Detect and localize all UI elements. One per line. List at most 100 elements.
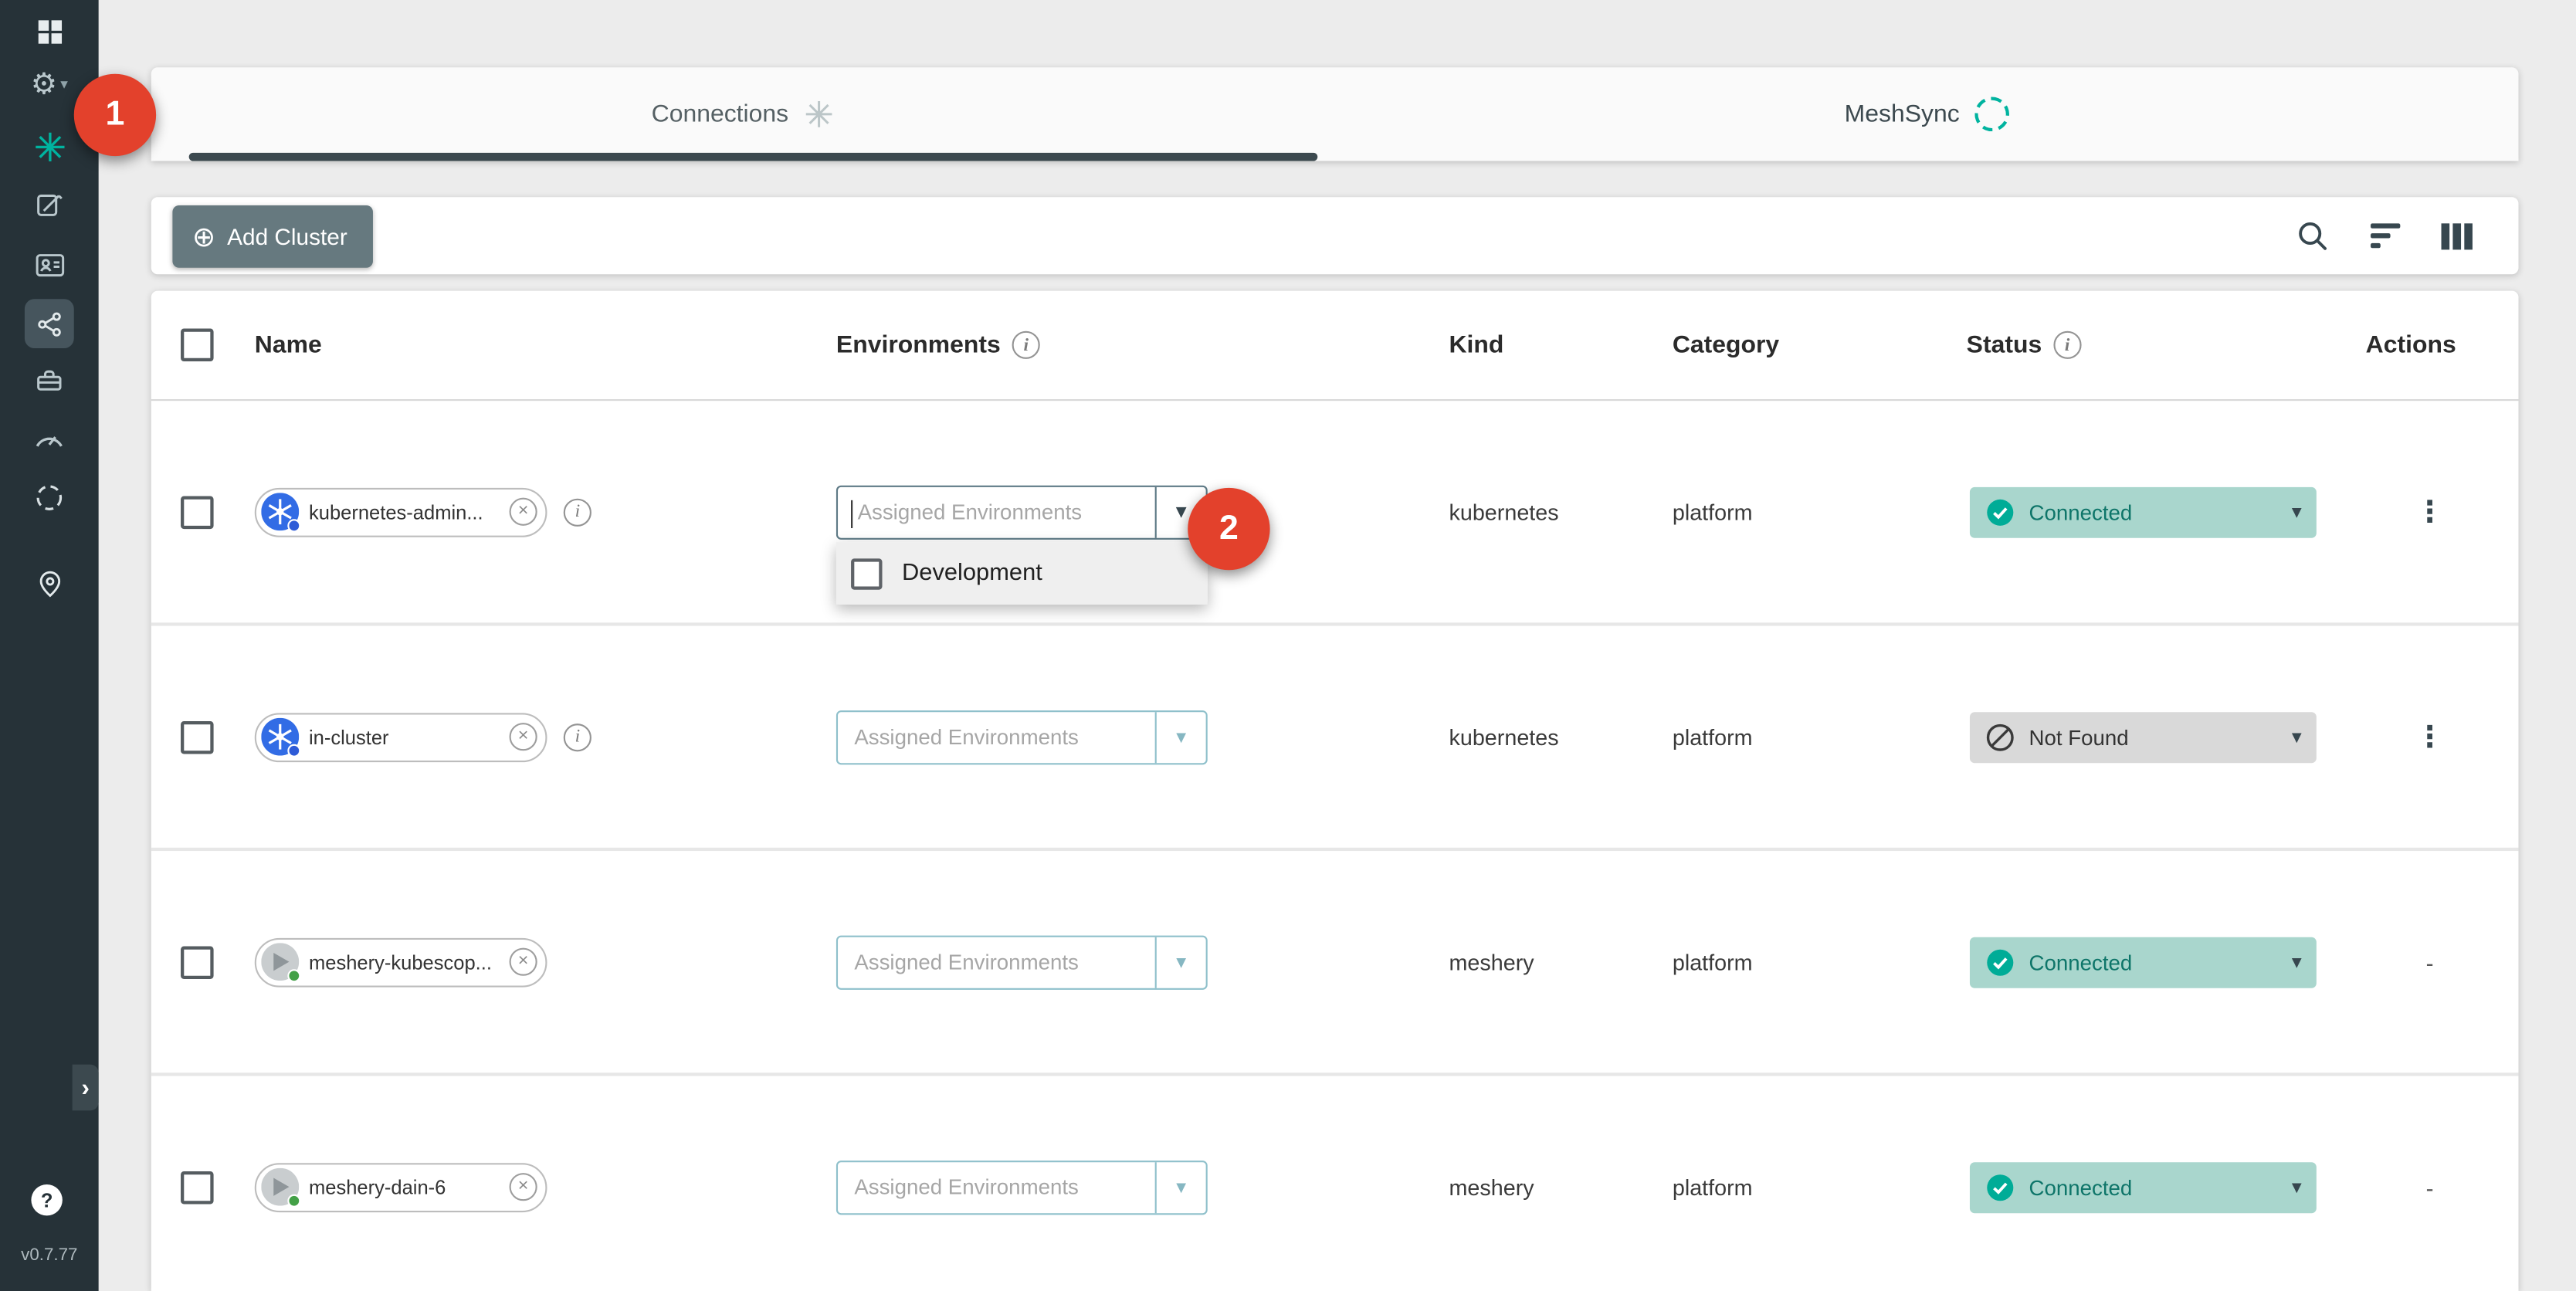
table-row: meshery-kubescop... × Assigned Environme… [151, 851, 2519, 1076]
connection-chip[interactable]: kubernetes-admin... × [255, 487, 547, 537]
connection-chip[interactable]: in-cluster × [255, 712, 547, 761]
gear-icon: ⚙ [31, 69, 57, 98]
option-label: Development [902, 560, 1042, 586]
location-pin-icon [34, 568, 65, 598]
column-header-kind[interactable]: Kind [1449, 331, 1503, 359]
view-columns-icon [2442, 222, 2473, 249]
connection-name: in-cluster [309, 725, 510, 748]
connection-status-dot [287, 1194, 300, 1208]
status-caret-icon: ▾ [2292, 725, 2302, 748]
plus-circle-icon: ⊕ [192, 222, 215, 250]
connection-info-icon[interactable]: i [564, 498, 591, 526]
column-header-name[interactable]: Name [255, 331, 322, 359]
question-icon: ? [41, 1188, 53, 1211]
sidebar-item-performance[interactable] [0, 419, 99, 459]
table-row: in-cluster × i Assigned Environments ▾ k… [151, 626, 2519, 851]
sidebar-item-configuration[interactable] [0, 185, 99, 225]
status-chip[interactable]: Not Found ▾ [1970, 711, 2317, 762]
environments-placeholder: Assigned Environments [854, 724, 1079, 749]
id-card-icon [32, 247, 66, 282]
option-checkbox[interactable] [851, 557, 882, 588]
tab-connections[interactable]: Connections [151, 67, 1335, 161]
environments-select[interactable]: Assigned Environments ▾ [836, 710, 1208, 764]
row-checkbox[interactable] [181, 1171, 214, 1204]
category-cell: platform [1673, 950, 1753, 974]
performance-gauge-icon [31, 421, 67, 457]
connection-status-dot [287, 519, 300, 532]
text-cursor [851, 500, 852, 527]
sidebar-item-identity[interactable] [0, 245, 99, 284]
environments-select[interactable]: Assigned Environments ▾ [836, 1160, 1208, 1214]
environments-info-icon[interactable]: i [1012, 331, 1040, 359]
kind-cell: kubernetes [1449, 724, 1558, 749]
connection-status-dot [287, 969, 300, 982]
mesh-snowflake-icon [32, 129, 66, 164]
sidebar-item-extensions[interactable] [0, 478, 99, 517]
environments-select[interactable]: Assigned Environments ▾ [836, 935, 1208, 989]
connections-table: Name Environments i Kind Category Status… [151, 291, 2519, 1291]
extensions-ring-icon [33, 481, 66, 514]
sidebar-collapse-toggle[interactable]: › [73, 1065, 99, 1111]
table-header: Name Environments i Kind Category Status… [151, 291, 2519, 402]
connection-info-icon[interactable]: i [564, 723, 591, 751]
meshery-app: ⚙ ▾ [0, 0, 2576, 1291]
version-label: v0.7.77 [0, 1245, 99, 1266]
help-button[interactable]: ? [31, 1184, 62, 1215]
active-tab-indicator [189, 153, 1318, 161]
connection-chip[interactable]: meshery-kubescop... × [255, 937, 547, 987]
kubernetes-avatar-icon [261, 493, 299, 530]
dropdown-option-development[interactable]: Development [836, 542, 1208, 605]
select-caret-icon[interactable]: ▾ [1155, 937, 1206, 988]
chip-close-icon[interactable]: × [510, 498, 537, 526]
active-item-highlight [25, 299, 74, 348]
select-caret-icon[interactable]: ▾ [1155, 711, 1206, 762]
status-caret-icon: ▾ [2292, 1175, 2302, 1198]
row-checkbox[interactable] [181, 945, 214, 978]
table-row: meshery-dain-6 × Assigned Environments ▾… [151, 1076, 2519, 1291]
status-label: Connected [2029, 1174, 2133, 1199]
status-caret-icon: ▾ [2292, 500, 2302, 524]
row-actions-menu-icon[interactable]: ⋮ [2415, 494, 2444, 529]
status-chip[interactable]: Connected ▾ [1970, 486, 2317, 537]
kind-cell: kubernetes [1449, 500, 1558, 524]
status-chip[interactable]: Connected ▾ [1970, 937, 2317, 988]
search-button[interactable] [2293, 216, 2333, 256]
row-checkbox[interactable] [181, 720, 214, 754]
toolbar-icons [2293, 197, 2476, 274]
chip-close-icon[interactable]: × [510, 948, 537, 976]
view-columns-button[interactable] [2438, 219, 2476, 252]
filter-button[interactable] [2368, 221, 2404, 251]
sidebar-item-connections[interactable] [0, 299, 99, 348]
environments-select[interactable]: Assigned Environments ▾ [836, 485, 1208, 539]
row-actions-empty: - [2415, 949, 2444, 975]
sidebar-item-environments[interactable] [0, 564, 99, 603]
status-chip[interactable]: Connected ▾ [1970, 1161, 2317, 1212]
chip-close-icon[interactable]: × [510, 723, 537, 751]
kubernetes-avatar-icon [261, 718, 299, 756]
row-actions-menu-icon[interactable]: ⋮ [2415, 720, 2444, 754]
status-label: Not Found [2029, 724, 2129, 749]
connection-chip[interactable]: meshery-dain-6 × [255, 1162, 547, 1211]
column-header-environments[interactable]: Environments i [836, 331, 1040, 359]
sidebar-item-toolbox[interactable] [0, 361, 99, 401]
network-share-icon [34, 308, 65, 339]
column-header-category[interactable]: Category [1673, 331, 1779, 359]
chevron-right-icon: › [81, 1073, 90, 1101]
status-caret-icon: ▾ [2292, 950, 2302, 974]
select-all-checkbox[interactable] [181, 329, 214, 362]
add-cluster-button[interactable]: ⊕ Add Cluster [172, 205, 373, 268]
connection-status-dot [287, 744, 300, 757]
environments-dropdown-menu: Development [836, 542, 1208, 605]
category-cell: platform [1673, 724, 1753, 749]
select-caret-icon[interactable]: ▾ [1155, 1161, 1206, 1212]
chip-close-icon[interactable]: × [510, 1173, 537, 1201]
column-header-status[interactable]: Status i [1967, 331, 2082, 359]
tab-meshsync[interactable]: MeshSync [1335, 67, 2519, 161]
row-checkbox[interactable] [181, 495, 214, 528]
connections-mesh-icon [803, 99, 834, 130]
status-info-icon[interactable]: i [2053, 331, 2081, 359]
dashboard-icon[interactable] [0, 13, 99, 49]
connected-check-icon [1986, 1173, 2014, 1201]
category-cell: platform [1673, 500, 1753, 524]
annotation-marker-2: 2 [1188, 488, 1269, 570]
